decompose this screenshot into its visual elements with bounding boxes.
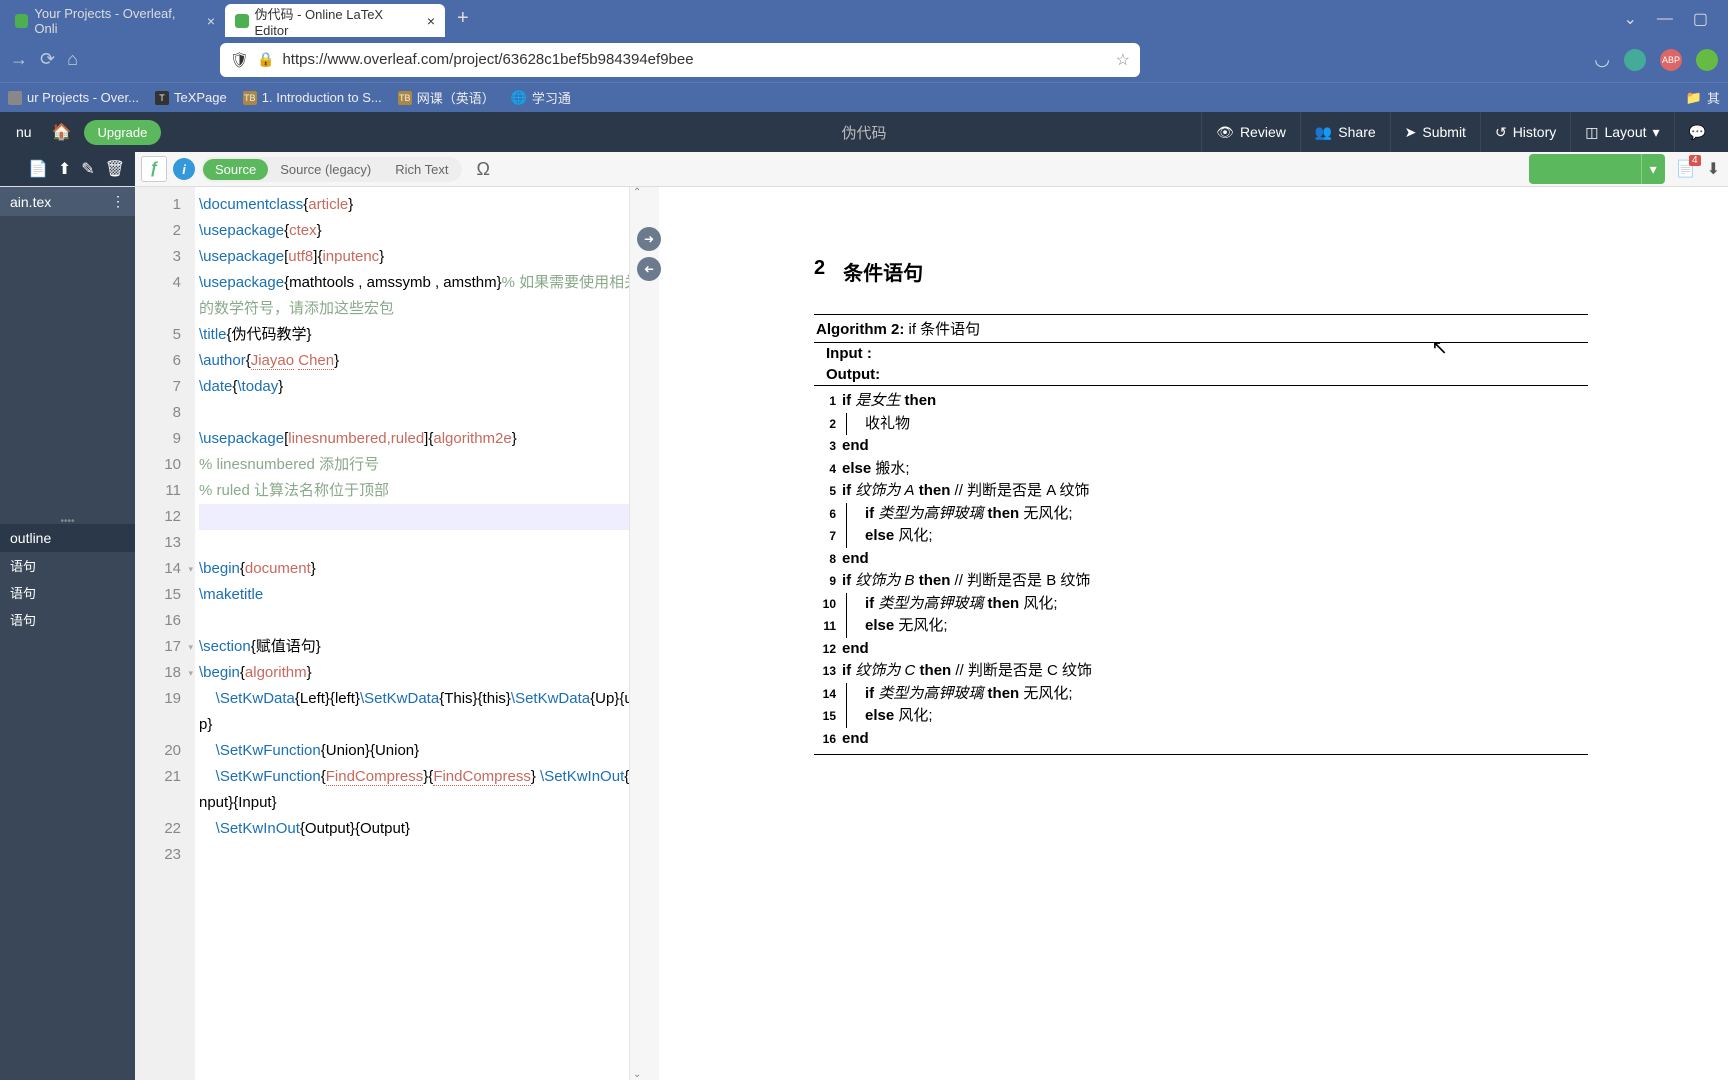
url-bar[interactable]: 🛡 🔒 https://www.overleaf.com/project/636… [220, 43, 1140, 77]
layout-icon: ◫ [1585, 124, 1598, 141]
url-text: https://www.overleaf.com/project/63628c1… [282, 51, 693, 68]
algorithm-body: 1if 是女生 then2收礼物3end4else 搬水;5if 纹饰为 A t… [814, 385, 1588, 754]
pdf-preview[interactable]: ↖ 2 条件语句 Algorithm 2: if 条件语句 Input : Ou… [659, 187, 1728, 1080]
section-heading: 2 条件语句 [814, 257, 1588, 286]
forward-icon[interactable]: → [10, 49, 28, 70]
review-icon: 👁 [1216, 124, 1234, 141]
rich-text-mode[interactable]: Rich Text [383, 159, 460, 180]
extension-icon[interactable] [1624, 49, 1646, 71]
new-file-icon[interactable]: 📄 [28, 159, 48, 179]
tab-title: 伪代码 - Online LaTeX Editor [255, 4, 415, 38]
outline-item[interactable]: 语句 [0, 606, 135, 633]
info-button[interactable]: i [173, 158, 195, 180]
delete-icon[interactable]: 🗑 [105, 159, 125, 179]
bookmarks-bar: ur Projects - Over... TTeXPage TB1. Intr… [0, 82, 1728, 112]
bookmark-item[interactable]: 🌐学习通 [511, 88, 571, 107]
file-menu-icon[interactable]: ⋮ [111, 193, 125, 210]
editor-toolbar: 📄 ⬆ ✎ 🗑 ƒ i Source Source (legacy) Rich … [0, 152, 1728, 187]
outline-item[interactable]: 语句 [0, 552, 135, 579]
recompile-button[interactable]: ⟳Recompile ▾ [1529, 154, 1665, 184]
bookmark-star-icon[interactable]: ☆ [1116, 50, 1130, 70]
symbol-palette-icon[interactable]: Ω [476, 159, 489, 180]
logs-button[interactable]: 📄4 [1673, 159, 1699, 179]
bookmark-favicon: T [155, 91, 169, 105]
pocket-icon[interactable]: ◡ [1594, 49, 1610, 70]
lock-icon[interactable]: 🔒 [257, 51, 274, 68]
file-toggle-button[interactable]: ƒ [141, 156, 167, 182]
rename-icon[interactable]: ✎ [81, 159, 94, 179]
window-minimize-icon[interactable]: — [1657, 10, 1673, 28]
main-layout: ain.tex ⋮ •••• outline 语句 语句 语句 12345678… [0, 187, 1728, 1080]
recompile-dropdown[interactable]: ▾ [1641, 154, 1665, 184]
people-icon: 👥 [1315, 124, 1332, 141]
globe-icon: 🌐 [511, 90, 527, 106]
bookmark-item[interactable]: TTeXPage [155, 90, 227, 105]
browser-toolbar: → ⟳ ⌂ 🛡 🔒 https://www.overleaf.com/proje… [0, 37, 1728, 82]
close-icon[interactable]: × [207, 13, 215, 29]
submit-button[interactable]: ➤Submit [1390, 112, 1480, 152]
submit-icon: ➤ [1405, 124, 1417, 141]
project-title[interactable]: 伪代码 [841, 122, 886, 143]
chat-icon: 💬 [1689, 124, 1706, 141]
upgrade-button[interactable]: Upgrade [84, 120, 162, 145]
editor-content[interactable]: \documentclass{article}\usepackage{ctex}… [195, 187, 645, 1080]
bookmark-item[interactable]: TB网课（英语） [398, 88, 495, 107]
file-tree-item[interactable]: ain.tex ⋮ [0, 187, 135, 216]
sync-to-code-icon[interactable]: ➜ [637, 257, 661, 281]
shield-icon[interactable]: 🛡 [230, 51, 249, 69]
editor-mode-toggle: Source Source (legacy) Rich Text [201, 157, 462, 182]
outline-header[interactable]: outline [0, 524, 135, 552]
browser-tab[interactable]: Your Projects - Overleaf, Onli × [5, 4, 225, 37]
code-editor[interactable]: 1234567891011121314151617181920212223 \d… [135, 187, 645, 1080]
history-icon: ↺ [1495, 124, 1507, 141]
chat-button[interactable]: 💬 [1674, 112, 1720, 152]
overleaf-favicon [235, 14, 249, 28]
close-icon[interactable]: × [427, 13, 435, 29]
editor-scrollbar[interactable] [629, 187, 645, 1080]
bookmark-item[interactable]: TB1. Introduction to S... [243, 90, 382, 105]
home-icon[interactable]: 🏠 [52, 122, 72, 142]
download-pdf-icon[interactable]: ⬇ [1707, 159, 1720, 179]
section-number: 2 [814, 257, 825, 286]
overleaf-header: nu 🏠 Upgrade 伪代码 👁Review 👥Share ➤Submit … [0, 112, 1728, 152]
source-mode[interactable]: Source [203, 159, 268, 180]
bookmark-favicon: TB [243, 91, 257, 105]
history-button[interactable]: ↺History [1480, 112, 1570, 152]
review-button[interactable]: 👁Review [1201, 112, 1300, 152]
bookmark-item[interactable]: ur Projects - Over... [8, 90, 139, 105]
bookmark-favicon: TB [398, 91, 412, 105]
file-tree-panel: ain.tex ⋮ •••• outline 语句 语句 语句 [0, 187, 135, 1080]
algorithm-output: Output: [814, 364, 1588, 385]
upload-icon[interactable]: ⬆ [58, 159, 71, 179]
layout-button[interactable]: ◫Layout ▾ [1570, 112, 1673, 152]
window-maximize-icon[interactable]: ▢ [1693, 9, 1708, 29]
reload-icon[interactable]: ⟳ [40, 49, 55, 70]
file-name: ain.tex [10, 194, 51, 210]
tab-title: Your Projects - Overleaf, Onli [34, 6, 194, 36]
source-legacy-mode[interactable]: Source (legacy) [268, 159, 383, 180]
adblock-icon[interactable]: ABP [1660, 49, 1682, 71]
tab-list-icon[interactable]: ⌄ [1623, 9, 1636, 29]
browser-tab-active[interactable]: 伪代码 - Online LaTeX Editor × [225, 4, 445, 37]
overleaf-favicon [15, 14, 28, 28]
outline-item[interactable]: 语句 [0, 579, 135, 606]
algorithm-block: Algorithm 2: if 条件语句 Input : Output: 1if… [814, 314, 1588, 755]
algorithm-title: Algorithm 2: if 条件语句 [814, 315, 1588, 343]
pane-splitter[interactable]: ➜ ➜ [645, 187, 659, 1080]
extension-icon[interactable] [1696, 49, 1718, 71]
new-tab-button[interactable]: + [445, 7, 481, 30]
bookmark-favicon [8, 91, 22, 105]
panel-resize-handle[interactable]: •••• [0, 516, 135, 524]
error-badge: 4 [1689, 155, 1701, 166]
menu-button[interactable]: nu [8, 120, 40, 144]
bookmark-folder[interactable]: 📁 其 [1686, 88, 1720, 107]
home-icon[interactable]: ⌂ [67, 49, 78, 70]
line-gutter: 1234567891011121314151617181920212223 [135, 187, 195, 1080]
sync-to-pdf-icon[interactable]: ➜ [637, 227, 661, 251]
mouse-cursor-icon: ↖ [1431, 335, 1448, 360]
share-button[interactable]: 👥Share [1300, 112, 1390, 152]
algorithm-input: Input : [814, 343, 1588, 364]
section-title: 条件语句 [843, 257, 923, 286]
browser-tab-strip: Your Projects - Overleaf, Onli × 伪代码 - O… [0, 0, 1728, 37]
